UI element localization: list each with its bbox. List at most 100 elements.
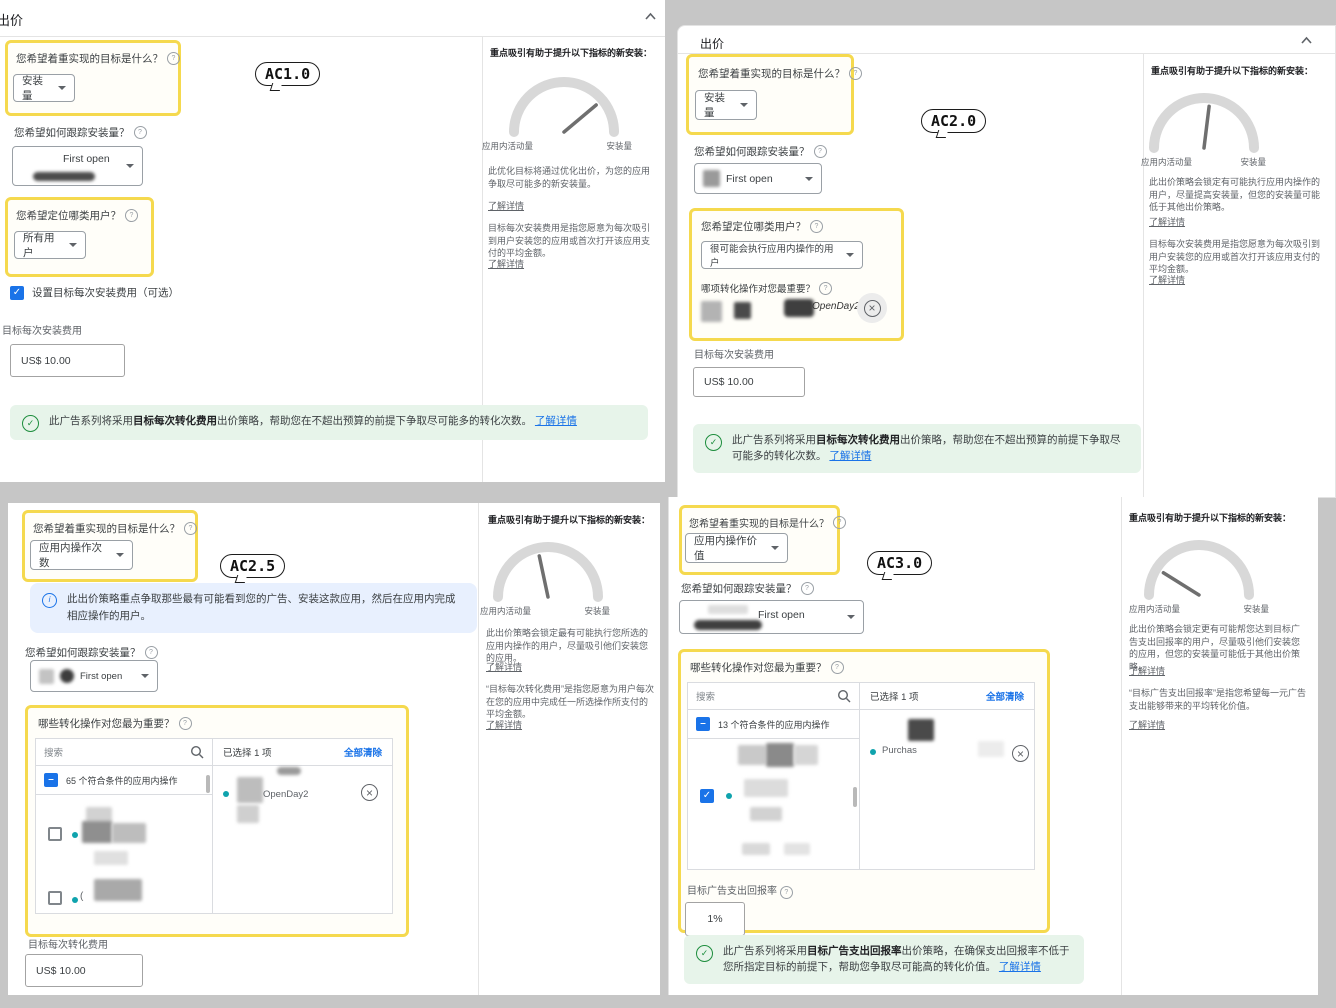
learn-more-link[interactable]: 了解详情 — [1129, 719, 1165, 732]
track-dropdown[interactable]: First open — [679, 600, 864, 634]
users-question-label: 您希望定位哪类用户？ ? — [16, 208, 151, 223]
target-cpi-checkbox[interactable]: ✓ — [10, 286, 24, 300]
remove-icon[interactable]: × — [361, 784, 378, 801]
learn-more-link[interactable]: 了解详情 — [829, 450, 871, 462]
help-icon[interactable]: ? — [145, 646, 158, 659]
users-dropdown[interactable]: 所有用户 — [14, 231, 86, 259]
help-icon[interactable]: ? — [134, 126, 147, 139]
target-cpa-input[interactable]: US$ 10.00 — [25, 954, 143, 987]
track-dropdown[interactable]: First open — [30, 660, 158, 692]
target-roas-input[interactable]: 1% — [685, 902, 745, 936]
sidebar-paragraph: “目标广告支出回报率”是指您希望每一元广告支出能够带来的平均转化价值。 — [1129, 687, 1307, 712]
search-icon — [190, 745, 204, 759]
learn-more-link[interactable]: 了解详情 — [486, 661, 522, 674]
track-dropdown[interactable]: First open — [12, 146, 143, 186]
goal-gauge — [502, 72, 626, 138]
strategy-info-banner: i 此出价策略重点争取那些最有可能看到您的广告、安装这款应用，然后在应用内完成相… — [30, 583, 477, 633]
chevron-down-icon — [141, 674, 149, 678]
chevron-down-icon — [69, 243, 77, 247]
collapse-chevron-icon[interactable] — [1300, 36, 1313, 45]
redacted-block — [784, 843, 810, 855]
picker-search[interactable]: 搜索 — [688, 683, 859, 710]
list-item: ( — [80, 891, 83, 902]
learn-more-link[interactable]: 了解详情 — [486, 719, 522, 732]
scrollbar[interactable] — [853, 787, 857, 807]
picker-search[interactable]: 搜索 — [36, 739, 212, 766]
annotation-bubble: AC2.0 — [921, 109, 986, 133]
search-icon — [837, 689, 851, 703]
learn-more-link[interactable]: 了解详情 — [488, 200, 524, 213]
gauge-labels: 应用内活动量安装量 — [1141, 156, 1266, 168]
track-question-label: 您希望如何跟踪安装量？? — [25, 645, 158, 660]
row-checkbox[interactable]: ✓ — [700, 789, 714, 803]
learn-more-link[interactable]: 了解详情 — [488, 258, 524, 271]
clear-all-link[interactable]: 全部清除 — [344, 745, 382, 759]
learn-more-link[interactable]: 了解详情 — [1129, 665, 1165, 678]
help-icon[interactable]: ? — [833, 516, 846, 529]
chevron-down-icon — [116, 553, 124, 557]
sidebar-paragraph: 此出价策略会锁定有可能执行应用内操作的用户，尽量提高安装量，但您的安装量可能低于… — [1149, 176, 1324, 214]
help-icon[interactable]: ? — [819, 282, 832, 295]
goal-dropdown[interactable]: 应用内操作次数 — [30, 540, 133, 570]
help-icon[interactable]: ? — [801, 582, 814, 595]
redacted-block — [694, 620, 762, 630]
chevron-down-icon — [126, 164, 134, 168]
help-icon[interactable]: ? — [780, 886, 793, 899]
target-cpi-input[interactable]: US$ 10.00 — [693, 367, 805, 397]
divider — [1121, 497, 1122, 995]
learn-more-link[interactable]: 了解详情 — [535, 415, 577, 427]
help-icon[interactable]: ? — [125, 209, 138, 222]
row-checkbox[interactable] — [48, 891, 62, 905]
goal-dropdown[interactable]: 安装量 — [13, 74, 75, 102]
clear-all-link[interactable]: 全部清除 — [986, 689, 1024, 703]
row-checkbox[interactable] — [48, 827, 62, 841]
redacted-block — [237, 777, 263, 803]
picker-available-column: 搜索 – 65 个符合条件的应用内操作 ( — [36, 739, 213, 913]
help-icon[interactable]: ? — [184, 522, 197, 535]
picker-select-all-row: – 65 个符合条件的应用内操作 — [36, 766, 212, 795]
check-circle-icon: ✓ — [696, 945, 713, 962]
help-icon[interactable]: ? — [814, 145, 827, 158]
redacted-block — [978, 741, 1004, 757]
help-icon[interactable]: ? — [167, 52, 180, 65]
bidding-panel-ac25: AC2.5 您希望着重实现的目标是什么？? 应用内操作次数 i 此出价策略重点争… — [8, 503, 660, 995]
users-dropdown[interactable]: 很可能会执行应用内操作的用户 — [701, 241, 863, 269]
track-dropdown[interactable]: First open — [694, 163, 822, 194]
sidebar-paragraph: 目标每次安装费用是指您愿意为每次吸引到用户安装您的应用或首次打开该应用支付的平均… — [1149, 238, 1324, 276]
help-icon[interactable]: ? — [849, 67, 862, 80]
target-roas-label-row: 目标广告支出回报率 ? — [687, 882, 793, 899]
bid-strategy-notice: ✓ 此广告系列将采用目标每次转化费用出价策略，帮助您在不超出预算的前提下争取尽可… — [693, 424, 1141, 473]
bid-strategy-notice: ✓ 此广告系列将采用目标广告支出回报率出价策略，在确保支出回报率不低于您所指定目… — [684, 935, 1084, 984]
remove-icon[interactable]: × — [1012, 745, 1029, 762]
selected-item-label: Purchas — [882, 745, 917, 756]
help-icon[interactable]: ? — [831, 661, 844, 674]
help-icon[interactable]: ? — [179, 717, 192, 730]
learn-more-link[interactable]: 了解详情 — [1149, 274, 1185, 287]
learn-more-link[interactable]: 了解详情 — [999, 961, 1041, 973]
redacted-block — [742, 843, 770, 855]
learn-more-link[interactable]: 了解详情 — [1149, 216, 1185, 229]
redacted-app-icon — [39, 669, 54, 684]
redacted-block — [701, 301, 722, 322]
panel-title: 出价 — [700, 35, 724, 52]
goal-dropdown[interactable]: 应用内操作价值 — [685, 533, 788, 563]
check-circle-icon: ✓ — [705, 434, 722, 451]
target-cpa-label: 目标每次转化费用 — [28, 936, 108, 951]
divider — [478, 503, 479, 995]
action-question-label: 哪些转化操作对您最为重要？? — [690, 660, 1047, 675]
sidebar-header: 重点吸引有助于提升以下指标的新安装： — [1129, 513, 1309, 525]
select-all-checkbox[interactable]: – — [696, 717, 710, 731]
scrollbar[interactable] — [206, 775, 210, 793]
annotation-bubble: AC1.0 — [255, 62, 320, 86]
remove-action-chip[interactable]: × — [857, 293, 887, 323]
bidding-panel-ac30: AC3.0 您希望着重实现的目标是什么？? 应用内操作价值 您希望如何跟踪安装量… — [668, 497, 1318, 995]
set-target-cpi-row: ✓ 设置目标每次安装费用（可选） — [10, 285, 179, 300]
goal-dropdown[interactable]: 安装量 — [695, 90, 757, 120]
panel-title: 出价 — [0, 10, 23, 29]
select-all-checkbox[interactable]: – — [44, 773, 58, 787]
collapse-chevron-icon[interactable] — [644, 12, 657, 21]
chevron-down-icon — [846, 253, 854, 257]
help-icon[interactable]: ? — [810, 220, 823, 233]
target-cpi-input[interactable]: US$ 10.00 — [10, 344, 125, 377]
goal-gauge — [1137, 535, 1261, 601]
